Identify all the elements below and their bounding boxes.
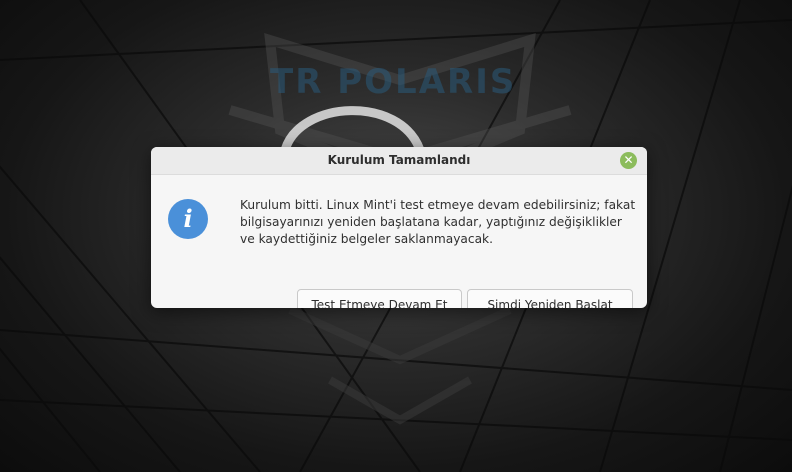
continue-testing-button[interactable]: Test Etmeye Devam Et: [297, 289, 462, 308]
info-icon: i: [168, 199, 208, 239]
installation-complete-dialog: Kurulum Tamamlandı ✕ i Kurulum bitti. Li…: [151, 147, 647, 308]
restart-now-button[interactable]: Şimdi Yeniden Başlat: [467, 289, 633, 308]
close-button[interactable]: ✕: [620, 152, 637, 169]
dialog-titlebar[interactable]: Kurulum Tamamlandı ✕: [151, 147, 647, 175]
close-icon: ✕: [623, 153, 634, 167]
dialog-title: Kurulum Tamamlandı: [327, 153, 471, 167]
wallpaper-watermark: TR POLARIS: [270, 62, 517, 102]
dialog-content: i Kurulum bitti. Linux Mint'i test etmey…: [151, 175, 647, 308]
dialog-message: Kurulum bitti. Linux Mint'i test etmeye …: [240, 198, 636, 246]
